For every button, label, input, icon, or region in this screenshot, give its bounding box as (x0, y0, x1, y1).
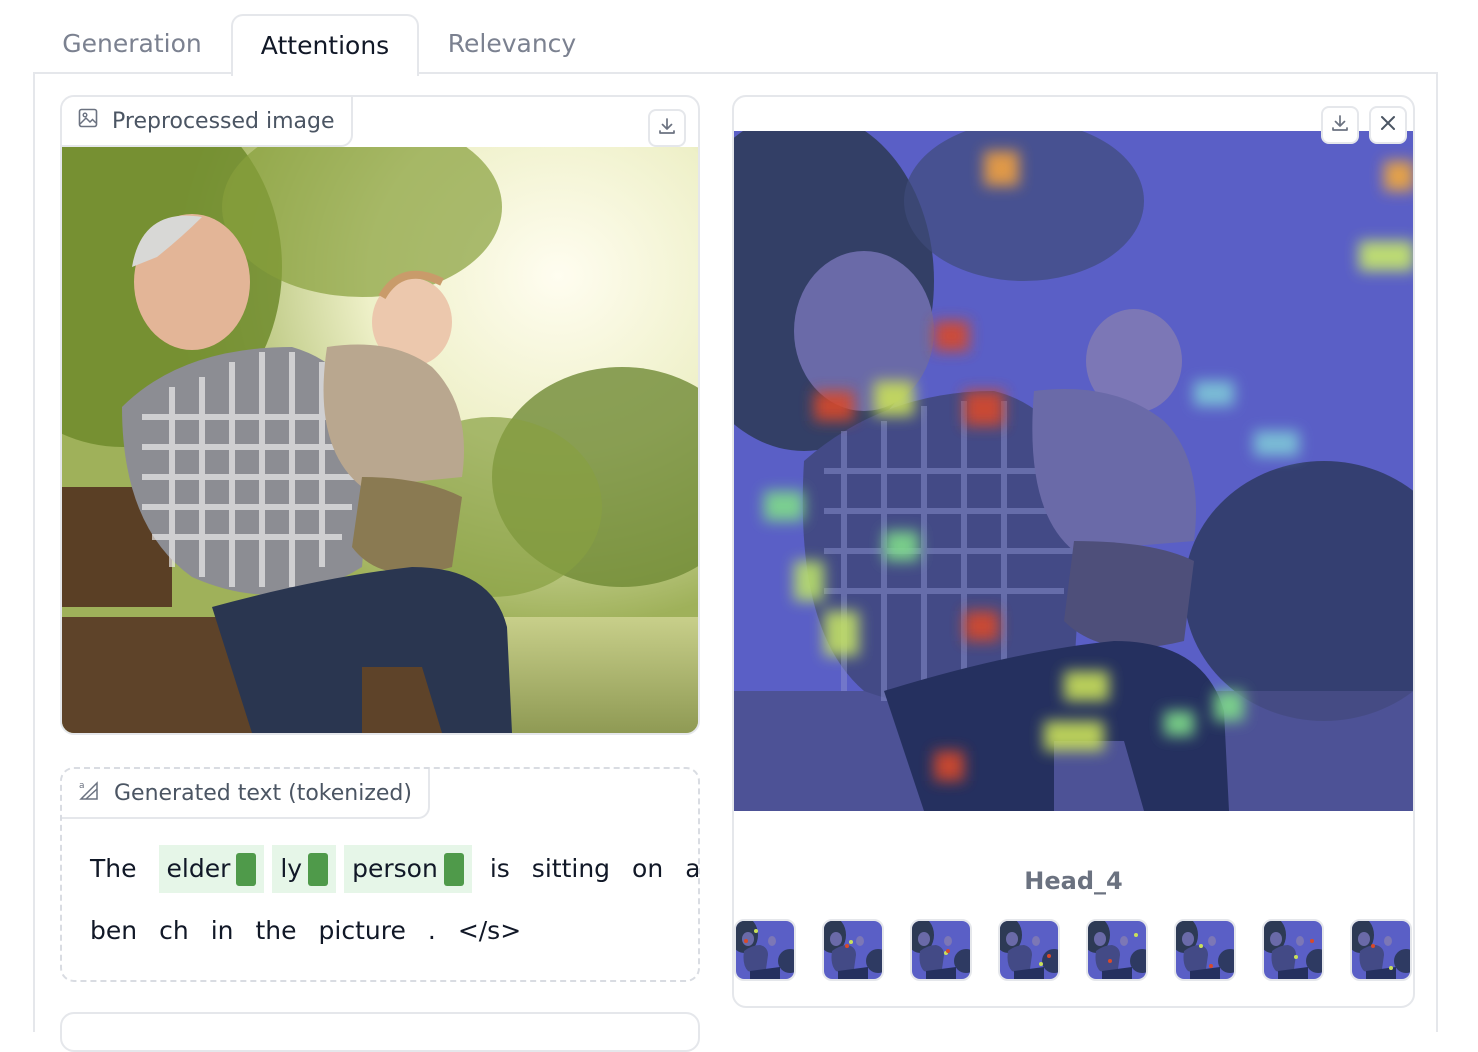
token[interactable]: </s> (458, 907, 521, 955)
token-highlighted[interactable]: elder (158, 845, 265, 893)
thumbnail-head-4[interactable] (1086, 919, 1148, 981)
gallery-close-button[interactable] (1369, 106, 1407, 144)
tab-generation[interactable]: Generation (34, 14, 230, 72)
download-icon (1330, 113, 1350, 137)
token[interactable]: on (632, 845, 663, 893)
thumbnail-head-1[interactable] (822, 919, 884, 981)
token[interactable]: is (490, 845, 510, 893)
thumbnail-head-6[interactable] (1262, 919, 1324, 981)
download-button[interactable] (648, 109, 686, 147)
token-line-1: The elder ly person is sitting on a (90, 845, 698, 893)
thumbnail-head-2[interactable] (910, 919, 972, 981)
token-highlighted[interactable]: ly (272, 845, 337, 893)
token-list: The elder ly person is sitting on a ben … (90, 845, 698, 969)
token[interactable]: the (256, 907, 297, 955)
tab-bar: Generation Attentions Relevancy (34, 14, 1440, 76)
next-block (60, 1012, 700, 1052)
token[interactable]: The (90, 845, 137, 893)
token[interactable]: ch (159, 907, 189, 955)
svg-text:a: a (79, 781, 85, 791)
attention-bar (443, 852, 464, 886)
download-icon (657, 116, 677, 140)
tab-attentions[interactable]: Attentions (231, 14, 419, 76)
token[interactable]: ben (90, 907, 137, 955)
thumbnail-head-3[interactable] (998, 919, 1060, 981)
generated-text-block: a Generated text (tokenized) The elder l… (60, 767, 700, 982)
attention-bar (308, 852, 329, 886)
token[interactable]: picture (319, 907, 406, 955)
thumbnail-head-5[interactable] (1174, 919, 1236, 981)
token-line-2: ben ch in the picture . </s> (90, 907, 678, 955)
gallery-download-button[interactable] (1321, 106, 1359, 144)
token[interactable]: sitting (532, 845, 610, 893)
token-text: person (352, 854, 438, 883)
tab-relevancy[interactable]: Relevancy (418, 14, 606, 72)
close-icon (1379, 114, 1397, 136)
preprocessed-image-label: Preprocessed image (62, 97, 353, 147)
token-highlighted[interactable]: person (344, 845, 472, 893)
generated-text-label: a Generated text (tokenized) (62, 769, 430, 819)
token[interactable]: in (211, 907, 234, 955)
token[interactable]: . (428, 907, 436, 955)
preprocessed-photo (62, 147, 698, 733)
thumbnail-head-7[interactable] (1350, 919, 1412, 981)
attention-heatmap-image (734, 131, 1413, 811)
token-text: elder (166, 854, 231, 883)
attention-gallery-block: Head_4 (732, 95, 1415, 1008)
preprocessed-image-block: Preprocessed image (60, 95, 700, 735)
generated-text-title: Generated text (tokenized) (114, 780, 412, 806)
preprocessed-image-title: Preprocessed image (112, 108, 335, 134)
gallery-caption: Head_4 (1024, 867, 1123, 895)
text-tokens-icon: a (78, 779, 100, 807)
thumbnail-head-0[interactable] (734, 919, 796, 981)
image-icon (78, 108, 98, 134)
token-text: ly (280, 854, 303, 883)
token[interactable]: a (685, 845, 698, 893)
attention-bar (236, 852, 257, 886)
attentions-panel: Preprocessed image a Generated text (tok… (33, 72, 1438, 1052)
